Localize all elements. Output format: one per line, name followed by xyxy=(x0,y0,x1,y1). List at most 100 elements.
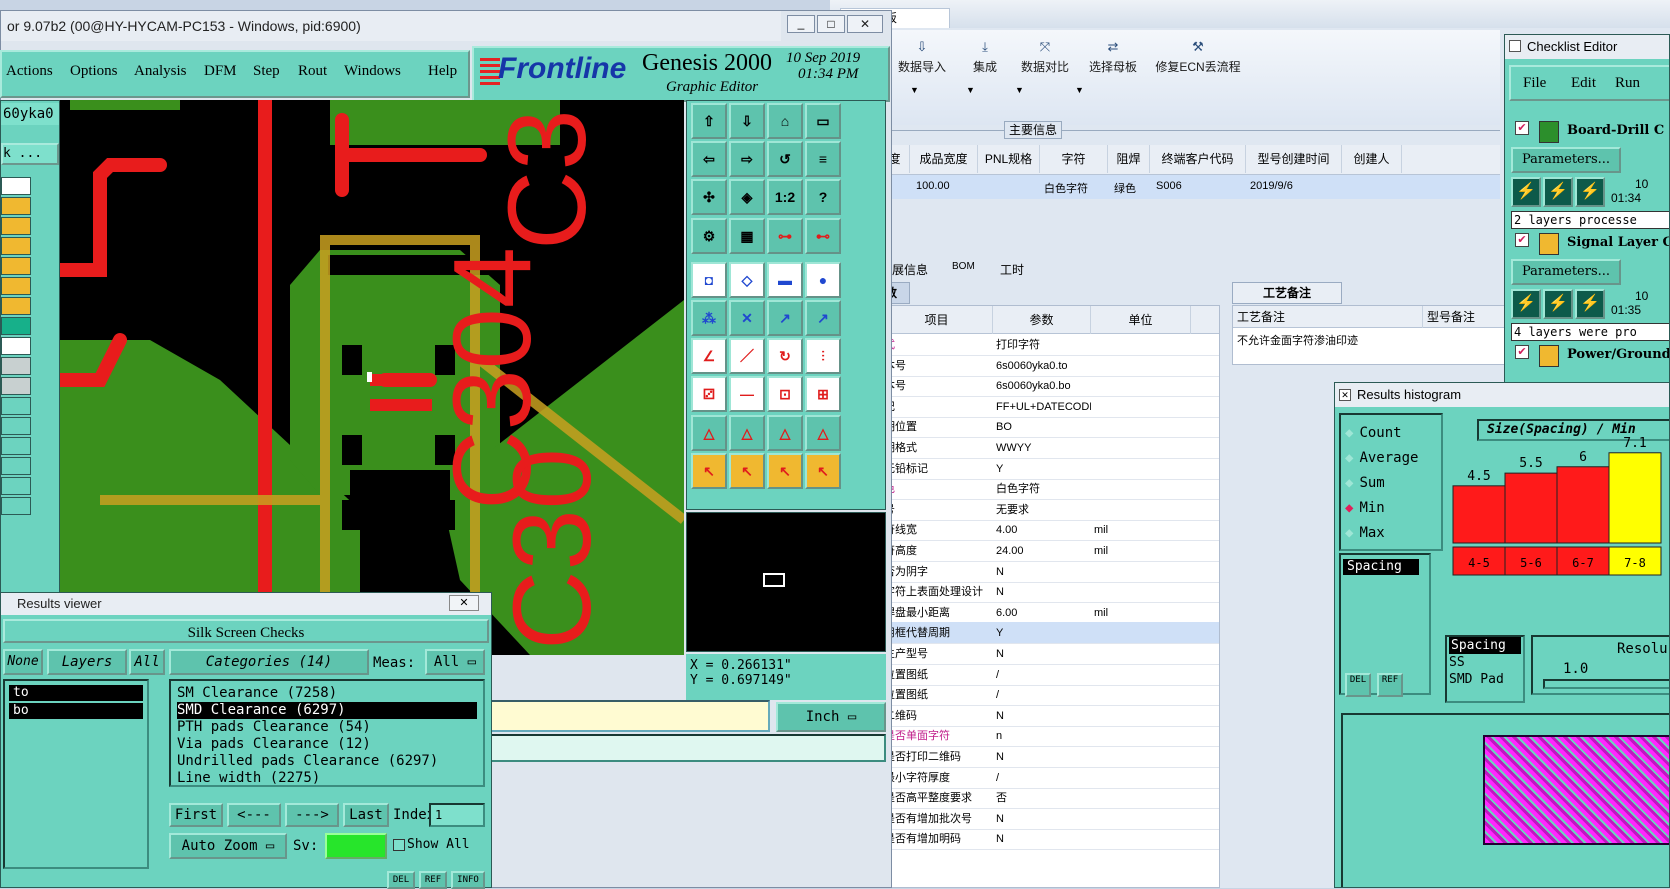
categories-button[interactable]: Categories (14) xyxy=(169,649,369,675)
list-item[interactable]: to xyxy=(9,685,143,701)
table-row[interactable]: 号无要求 xyxy=(881,499,1219,521)
list-item[interactable]: Line width (2275) xyxy=(177,770,477,787)
layer-swatch[interactable] xyxy=(1,317,31,335)
table-row[interactable]: 是否有增加批次号 N xyxy=(881,808,1219,830)
next-button[interactable]: ---> xyxy=(285,803,339,827)
histogram-bar[interactable] xyxy=(1556,466,1610,544)
job-dots-button[interactable]: k ... xyxy=(1,143,59,165)
undo-icon[interactable]: ↺ xyxy=(767,141,803,178)
menu-file[interactable]: File xyxy=(1523,67,1546,99)
minimize-button[interactable]: _ xyxy=(787,15,815,33)
triangle-icon[interactable]: △ xyxy=(691,414,727,451)
layer-swatch[interactable] xyxy=(1,497,31,515)
none-button[interactable]: None xyxy=(3,649,43,675)
arc-icon[interactable]: ↻ xyxy=(767,338,803,375)
list-item[interactable]: PTH pads Clearance (54) xyxy=(177,719,477,736)
copy-icon[interactable]: ⚂ xyxy=(691,376,727,413)
parameters-button[interactable]: Parameters... xyxy=(1511,147,1621,173)
grid-icon[interactable]: ▦ xyxy=(729,217,765,254)
table-row[interactable]: 用框代替周期 Y xyxy=(881,622,1219,645)
snap-alt-icon[interactable]: ⊷ xyxy=(805,217,841,254)
table-row[interactable]: 本号 6s0060yka0.to xyxy=(881,355,1219,377)
layer-swatch[interactable] xyxy=(1,397,31,415)
command-input[interactable] xyxy=(470,700,770,732)
main-info-table-row[interactable]: 100.00 白色字符 绿色 S006 2019/9/6 xyxy=(880,175,1500,199)
zoom-icon[interactable]: ◈ xyxy=(729,179,765,216)
table-row[interactable]: 位置图纸 / xyxy=(881,684,1219,707)
settings-icon[interactable]: ⚙ xyxy=(691,217,727,254)
angle-icon[interactable]: ∠ xyxy=(691,338,727,375)
menu-analysis[interactable]: Analysis xyxy=(134,52,187,90)
table-row[interactable]: 位置图纸 / xyxy=(881,664,1219,686)
layer-swatch[interactable] xyxy=(1,297,31,315)
scale-icon[interactable]: 1:2 xyxy=(767,179,803,216)
menu-help[interactable]: Help xyxy=(428,52,457,90)
list-item[interactable]: SMD Clearance (6297) xyxy=(177,702,477,719)
table-row[interactable]: 是否有增加明码 N xyxy=(881,828,1219,851)
table-row[interactable]: 字符上表面处理设计 N xyxy=(881,581,1219,604)
import-button[interactable]: ⇩ 数据导入 xyxy=(892,40,952,75)
close-button[interactable]: ✕ xyxy=(847,15,883,33)
run-icon[interactable]: ⚡ xyxy=(1543,177,1573,207)
pad-icon[interactable]: ● xyxy=(805,261,841,298)
run-icon[interactable]: ⚡ xyxy=(1511,177,1541,207)
list-item[interactable]: Spacing xyxy=(1449,637,1521,654)
layer-swatch[interactable] xyxy=(1,257,31,275)
triangle-icon[interactable]: △ xyxy=(767,414,803,451)
layer-swatch[interactable] xyxy=(1,457,31,475)
measure-icon[interactable]: ⊡ xyxy=(767,376,803,413)
dropdown-arrow-icon[interactable]: ▼ xyxy=(1015,85,1024,95)
layer-swatch[interactable] xyxy=(1,417,31,435)
table-row[interactable]: 否为阴字 N xyxy=(881,561,1219,583)
tab-hours[interactable]: 工时 xyxy=(1000,261,1024,278)
route-icon[interactable]: ↗ xyxy=(767,300,803,336)
net-icon[interactable]: ⁂ xyxy=(691,300,727,336)
hist-del-button[interactable]: DEL xyxy=(1345,673,1371,697)
menu-step[interactable]: Step xyxy=(253,52,280,90)
run-icon[interactable]: ⚡ xyxy=(1575,177,1605,207)
layers-button[interactable]: Layers xyxy=(47,649,127,675)
run-icon[interactable]: ⚡ xyxy=(1543,289,1573,319)
move-icon[interactable]: — xyxy=(729,376,765,413)
dropdown-arrow-icon[interactable]: ▼ xyxy=(966,85,975,95)
layer-swatch[interactable] xyxy=(1,337,31,355)
all-button[interactable]: All xyxy=(129,649,165,675)
repair-ecn-button[interactable]: ⚒ 修复ECN丢流程 xyxy=(1148,40,1248,75)
mode-option-max[interactable]: ◆ Max xyxy=(1345,525,1385,545)
select-board-button[interactable]: ⇄ 选择母板 xyxy=(1078,40,1148,75)
menu-edit[interactable]: Edit xyxy=(1571,67,1596,99)
table-row[interactable]: 最小字符厚度 / xyxy=(881,767,1219,789)
table-row[interactable]: 式打印字符 xyxy=(881,334,1219,356)
table-row[interactable]: 记FF+UL+DATECODE xyxy=(881,396,1219,418)
table-row[interactable]: 期格式 WWYY xyxy=(881,437,1219,459)
layer-swatch[interactable] xyxy=(1,277,31,295)
triangle-icon[interactable]: △ xyxy=(805,414,841,451)
list-item[interactable]: bo xyxy=(9,703,143,719)
prev-button[interactable]: <--- xyxy=(227,803,281,827)
frame-icon[interactable]: ▭ xyxy=(805,103,841,139)
histogram-close-icon[interactable]: ✕ xyxy=(1339,389,1351,401)
pan-up-icon[interactable]: ⇧ xyxy=(691,103,727,139)
run-icon[interactable]: ⚡ xyxy=(1511,289,1541,319)
check-icon[interactable]: ✔ xyxy=(1515,345,1529,359)
histogram-bar[interactable] xyxy=(1608,452,1662,544)
help-icon[interactable]: ? xyxy=(805,179,841,216)
pan-right-icon[interactable]: ⇨ xyxy=(729,141,765,178)
draw-icon[interactable]: ◇ xyxy=(729,261,765,298)
list-item[interactable]: Spacing xyxy=(1343,559,1419,575)
layers-icon[interactable]: ≡ xyxy=(805,141,841,178)
meas-selector[interactable]: All ▭ xyxy=(425,649,485,675)
auto-zoom-selector[interactable]: Auto Zoom ▭ xyxy=(169,833,287,859)
table-row[interactable]: 生产型号 N xyxy=(881,643,1219,665)
table-row[interactable]: 是否单面字符 n xyxy=(881,725,1219,748)
zoom-fit-icon[interactable]: ✣ xyxy=(691,179,727,216)
integrate-button[interactable]: ⤓ 集成 xyxy=(960,40,1010,75)
mode-option-min[interactable]: ◆ Min xyxy=(1345,500,1385,520)
line-icon[interactable]: ／ xyxy=(729,338,765,375)
hist-ref-button[interactable]: REF xyxy=(1377,673,1403,697)
parameters-button[interactable]: Parameters... xyxy=(1511,259,1621,285)
checklist-item[interactable]: ✔ Power/Ground xyxy=(1509,345,1669,383)
split-icon[interactable]: ⫶ xyxy=(805,338,841,375)
menu-dfm[interactable]: DFM xyxy=(204,52,237,90)
layer-swatch[interactable] xyxy=(1,217,31,235)
